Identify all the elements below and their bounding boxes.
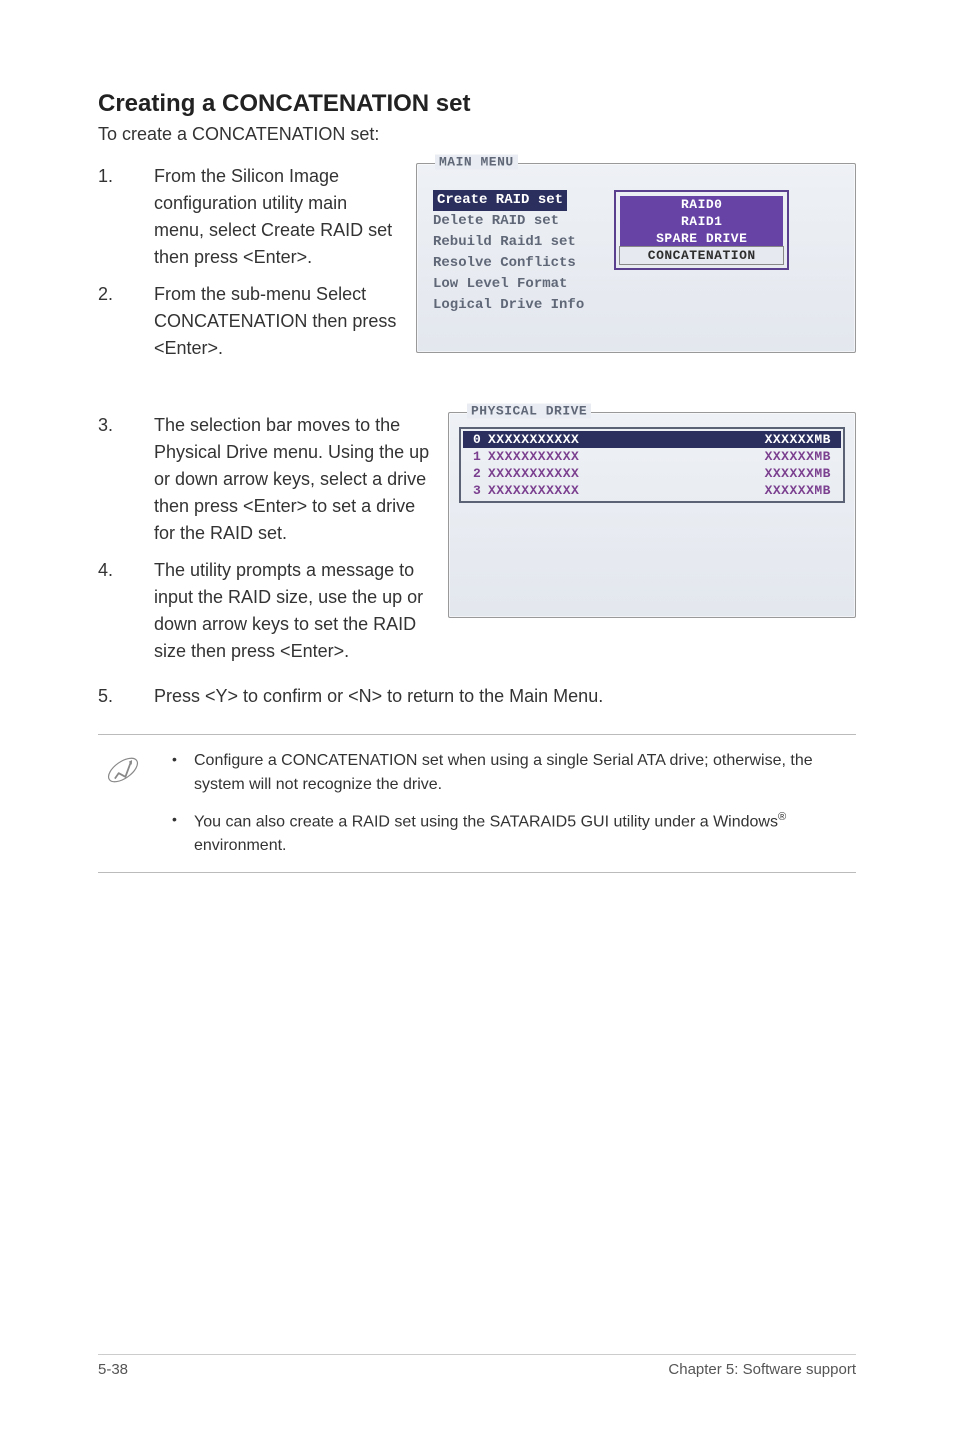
- footer-right: Chapter 5: Software support: [668, 1361, 856, 1378]
- menu-item-rebuild-raid1[interactable]: Rebuild Raid1 set: [433, 234, 576, 250]
- physical-row[interactable]: 1 XXXXXXXXXXX XXXXXXMB: [463, 448, 841, 465]
- main-menu-panel: MAIN MENU Create RAID set Delete RAID se…: [416, 163, 856, 353]
- note-2-sup: ®: [778, 811, 786, 823]
- phys-name: XXXXXXXXXXX: [488, 432, 765, 447]
- submenu-raid1[interactable]: RAID1: [620, 213, 783, 230]
- phys-idx: 3: [473, 483, 488, 498]
- main-menu-items: Create RAID set Delete RAID set Rebuild …: [433, 190, 584, 316]
- physical-drive-title: PHYSICAL DRIVE: [467, 404, 591, 419]
- step-1: From the Silicon Image configuration uti…: [98, 163, 398, 271]
- note-2: You can also create a RAID set using the…: [166, 809, 846, 858]
- physical-row[interactable]: 0 XXXXXXXXXXX XXXXXXMB: [463, 431, 841, 448]
- menu-item-create-raid[interactable]: Create RAID set: [433, 190, 567, 211]
- submenu-raid0[interactable]: RAID0: [620, 196, 783, 213]
- note-2-post: environment.: [194, 837, 287, 854]
- steps-list-mid: The selection bar moves to the Physical …: [98, 412, 430, 665]
- physical-drive-box: 0 XXXXXXXXXXX XXXXXXMB 1 XXXXXXXXXXX XXX…: [459, 427, 845, 503]
- submenu-spare-drive[interactable]: SPARE DRIVE: [620, 230, 783, 247]
- phys-size: XXXXXXMB: [765, 449, 831, 464]
- note-items: Configure a CONCATENATION set when using…: [166, 749, 846, 858]
- physical-row[interactable]: 3 XXXXXXXXXXX XXXXXXMB: [463, 482, 841, 499]
- step-2: From the sub-menu Select CONCATENATION t…: [98, 281, 398, 362]
- submenu-box: RAID0 RAID1 SPARE DRIVE CONCATENATION: [614, 190, 789, 270]
- page-footer: 5-38 Chapter 5: Software support: [98, 1354, 856, 1378]
- phys-idx: 2: [473, 466, 488, 481]
- step-4: The utility prompts a message to input t…: [98, 557, 430, 665]
- physical-drive-panel: PHYSICAL DRIVE 0 XXXXXXXXXXX XXXXXXMB 1 …: [448, 412, 856, 618]
- phys-size: XXXXXXMB: [765, 483, 831, 498]
- main-menu-title: MAIN MENU: [435, 155, 518, 170]
- steps-list-top: From the Silicon Image configuration uti…: [98, 163, 398, 362]
- menu-item-delete-raid[interactable]: Delete RAID set: [433, 213, 559, 229]
- step-5: Press <Y> to confirm or <N> to return to…: [98, 683, 856, 710]
- note-block: Configure a CONCATENATION set when using…: [98, 734, 856, 873]
- steps-list-bottom: Press <Y> to confirm or <N> to return to…: [98, 683, 856, 710]
- menu-item-low-level-format[interactable]: Low Level Format: [433, 276, 567, 292]
- phys-size: XXXXXXMB: [765, 466, 831, 481]
- menu-item-logical-drive-info[interactable]: Logical Drive Info: [433, 297, 584, 313]
- physical-row[interactable]: 2 XXXXXXXXXXX XXXXXXMB: [463, 465, 841, 482]
- footer-left: 5-38: [98, 1361, 128, 1378]
- section-subtitle: To create a CONCATENATION set:: [98, 124, 856, 145]
- note-icon: [98, 749, 146, 858]
- phys-size: XXXXXXMB: [765, 432, 831, 447]
- phys-idx: 0: [473, 432, 488, 447]
- submenu-concatenation[interactable]: CONCATENATION: [619, 246, 784, 265]
- note-2-pre: You can also create a RAID set using the…: [194, 813, 778, 830]
- menu-item-resolve-conflicts[interactable]: Resolve Conflicts: [433, 255, 576, 271]
- note-1: Configure a CONCATENATION set when using…: [166, 749, 846, 797]
- phys-name: XXXXXXXXXXX: [488, 483, 765, 498]
- phys-name: XXXXXXXXXXX: [488, 449, 765, 464]
- section-heading: Creating a CONCATENATION set: [98, 90, 856, 118]
- phys-idx: 1: [473, 449, 488, 464]
- phys-name: XXXXXXXXXXX: [488, 466, 765, 481]
- step-3: The selection bar moves to the Physical …: [98, 412, 430, 547]
